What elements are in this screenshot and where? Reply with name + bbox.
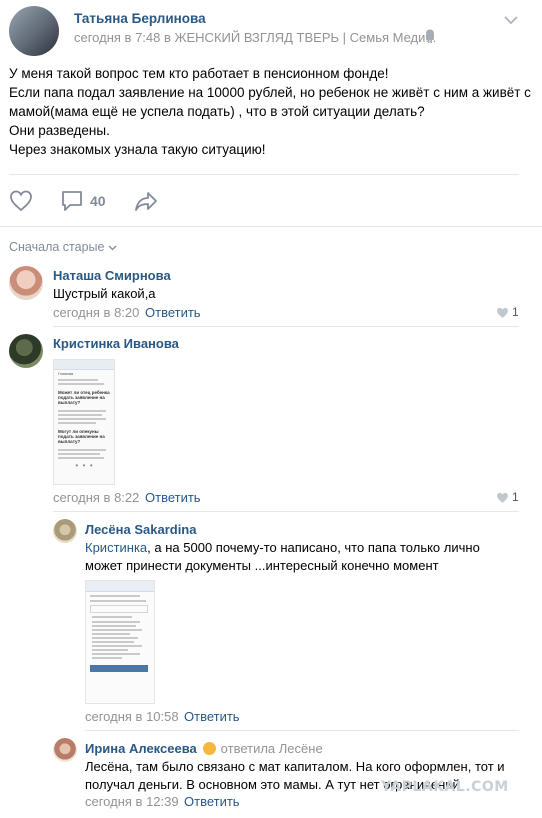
comment-author[interactable]: Наташа Смирнова <box>53 268 171 283</box>
smile-emoji-icon <box>203 742 217 755</box>
reply-header: Ирина Алексеева ответила Лесёне <box>85 740 323 758</box>
post-divider <box>9 174 519 175</box>
watermark-logo: YAPLAKAL.COM <box>381 779 509 795</box>
reply-avatar[interactable] <box>53 738 77 762</box>
thumb-heading: Могут ли опекуны подать заявление на вып… <box>58 429 105 444</box>
sort-dropdown[interactable]: Сначала старые <box>9 240 117 254</box>
actions-divider <box>0 226 542 227</box>
android-icon <box>424 29 436 48</box>
reply-avatar[interactable] <box>53 519 77 543</box>
comment-divider <box>53 511 519 512</box>
reply-mention[interactable]: Кристинка <box>85 540 147 555</box>
comment-time[interactable]: сегодня в 8:22 <box>53 490 139 505</box>
thumb-heading: Может ли отец ребенка подать заявление н… <box>58 390 110 405</box>
comment-divider <box>53 326 519 327</box>
reply-attachment-screenshot[interactable] <box>85 580 155 704</box>
comment-text: Шустрый какой,а <box>53 286 156 301</box>
thumb-title: Главная <box>58 371 74 376</box>
reply-divider <box>85 730 519 731</box>
reply-link[interactable]: Ответить <box>184 794 240 809</box>
comment-author[interactable]: Кристинка Иванова <box>53 336 179 351</box>
comment-like-heart-icon[interactable] <box>496 491 509 509</box>
reply-text: Кристинка, а на 5000 почему-то написано,… <box>85 539 525 575</box>
comment-avatar[interactable] <box>9 334 43 368</box>
post-text-line: Через знакомых узнала такую ситуацию! <box>9 142 266 157</box>
like-heart-icon[interactable] <box>9 190 33 217</box>
reply-text-line: , а на 5000 почему-то написано, что папа… <box>147 540 480 555</box>
comment-avatar[interactable] <box>9 266 43 300</box>
post-author-avatar[interactable] <box>9 6 59 56</box>
reply-answered-to[interactable]: ответила Лесёне <box>221 741 323 756</box>
reply-text-line: может принести документы ...интересный к… <box>85 558 439 573</box>
comment-like-count: 1 <box>512 490 519 504</box>
reply-author[interactable]: Ирина Алексеева <box>85 741 197 756</box>
post-meta[interactable]: сегодня в 7:48 в ЖЕНСКИЙ ВЗГЛЯД ТВЕРЬ | … <box>74 30 436 45</box>
reply-author[interactable]: Лесёна Sakardina <box>85 522 196 537</box>
comment-time[interactable]: сегодня в 8:20 <box>53 305 139 320</box>
reply-link[interactable]: Ответить <box>145 305 201 320</box>
comment-like-count: 1 <box>512 305 519 319</box>
post-menu-chevron-icon[interactable] <box>503 12 519 30</box>
comment-attachment-screenshot[interactable]: Главная Может ли отец ребенка подать зая… <box>53 359 115 485</box>
post-text-line: мамой(мама ещё не успела подать) , что в… <box>9 104 425 119</box>
post-text-line: Они разведены. <box>9 123 110 138</box>
reply-link[interactable]: Ответить <box>145 490 201 505</box>
reply-link[interactable]: Ответить <box>184 709 240 724</box>
share-arrow-icon[interactable] <box>134 190 158 217</box>
comments-count[interactable]: 40 <box>90 193 106 209</box>
reply-time[interactable]: сегодня в 10:58 <box>85 709 179 724</box>
reply-text-line: Лесёна, там было связано с мат капиталом… <box>85 759 505 774</box>
post-text-line: У меня такой вопрос тем кто работает в п… <box>9 66 389 81</box>
sort-label: Сначала старые <box>9 240 105 254</box>
post-author-name[interactable]: Татьяна Берлинова <box>74 11 206 26</box>
chevron-down-icon <box>108 240 117 254</box>
post-text-line: Если папа подал заявление на 10000 рубле… <box>9 85 531 100</box>
comment-bubble-icon[interactable] <box>61 190 83 217</box>
post-text: У меня такой вопрос тем кто работает в п… <box>9 64 534 159</box>
reply-time[interactable]: сегодня в 12:39 <box>85 794 179 809</box>
comment-like-heart-icon[interactable] <box>496 306 509 324</box>
